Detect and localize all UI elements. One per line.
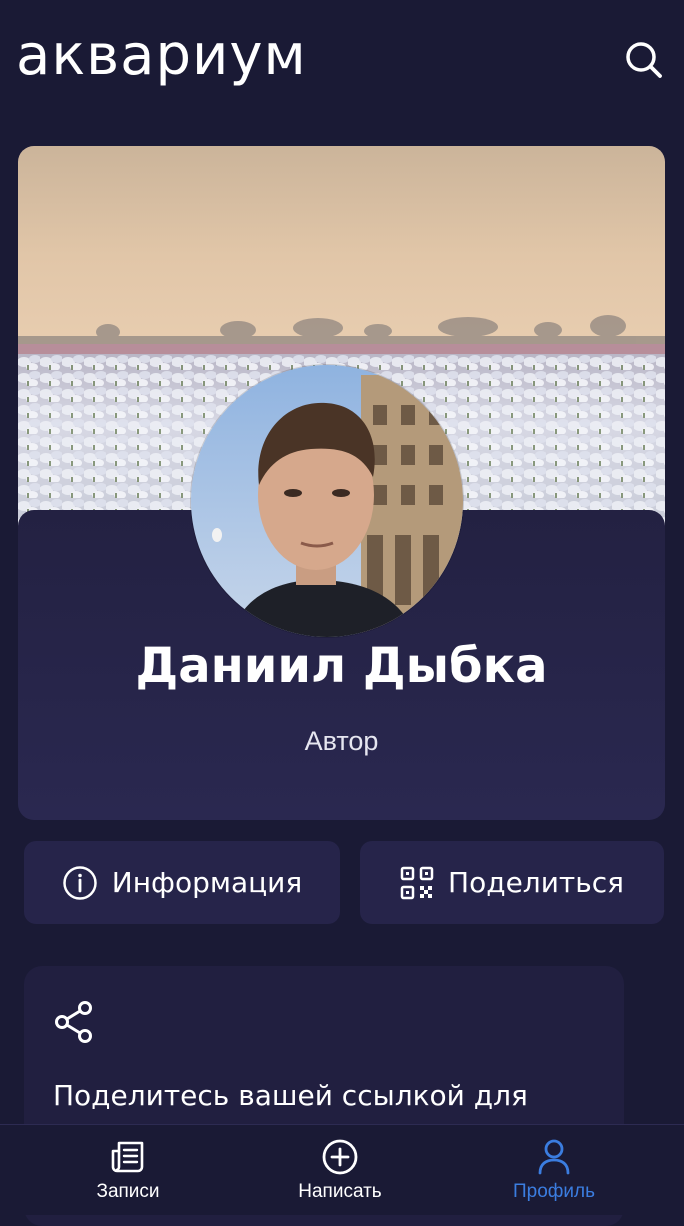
info-button[interactable]: Информация [24,841,340,924]
avatar[interactable] [191,365,463,637]
nav-item-posts[interactable]: Записи [28,1125,228,1215]
search-button[interactable] [620,36,668,84]
nav-label-write: Написать [298,1181,382,1202]
qr-code-icon [400,866,434,899]
user-icon [538,1139,570,1175]
profile-card: Даниил Дыбка Автор [18,146,665,820]
profile-role: Автор [304,726,379,756]
info-circle-icon [63,865,97,900]
nav-label-posts: Записи [96,1181,160,1202]
nav-label-profile: Профиль [512,1181,596,1202]
app-header: аквариум [0,0,684,120]
share-button-label: Поделиться [448,866,624,899]
nav-item-write[interactable]: Написать [240,1125,440,1215]
app-logo[interactable]: аквариум [16,20,307,92]
share-nodes-icon [55,1001,92,1043]
newspaper-icon [111,1141,144,1173]
info-button-label: Информация [111,866,303,899]
search-icon [626,42,662,78]
share-card-text: Поделитесь вашей ссылкой для [53,1079,528,1112]
bottom-nav: Записи Написать Профиль [0,1124,684,1215]
plus-circle-icon [322,1139,358,1175]
share-button[interactable]: Поделиться [360,841,664,924]
profile-name: Даниил Дыбка [135,638,548,694]
nav-item-profile[interactable]: Профиль [454,1125,654,1215]
